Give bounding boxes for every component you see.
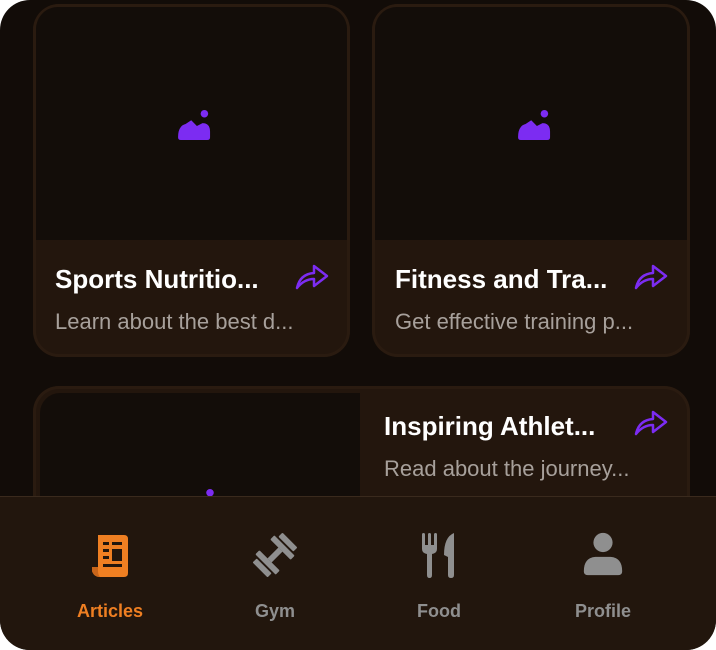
article-image (375, 7, 687, 240)
nav-item-food[interactable]: Food (369, 497, 509, 650)
article-description: Read about the journey... (384, 456, 630, 481)
share-arrow-icon[interactable] (633, 262, 669, 292)
person-icon (583, 532, 623, 576)
nav-label: Articles (76, 601, 144, 621)
share-arrow-icon[interactable] (633, 408, 669, 438)
image-icon (518, 109, 551, 141)
nav-label: Gym (254, 601, 296, 621)
article-title: Fitness and Tra... (395, 264, 608, 294)
utensils-icon (422, 533, 454, 578)
article-icon (92, 535, 128, 577)
article-image (36, 7, 347, 240)
article-title: Sports Nutritio... (55, 264, 259, 294)
bottom-nav: Articles Gym Food Profile (0, 496, 716, 650)
nav-label: Food (417, 601, 461, 621)
image-icon (178, 109, 211, 141)
app-screen: Sports Nutritio... Learn about the best … (0, 0, 716, 650)
nav-item-articles[interactable]: Articles (40, 497, 180, 650)
nav-item-profile[interactable]: Profile (533, 497, 673, 650)
dumbbell-icon (252, 532, 298, 578)
article-description: Get effective training p... (395, 309, 634, 334)
nav-item-gym[interactable]: Gym (205, 497, 345, 650)
article-title: Inspiring Athlet... (384, 411, 596, 441)
article-card[interactable]: Fitness and Tra... Get effective trainin… (372, 4, 690, 357)
article-description: Learn about the best d... (55, 309, 294, 334)
nav-label: Profile (574, 601, 631, 621)
share-arrow-icon[interactable] (294, 262, 330, 292)
article-card[interactable]: Sports Nutritio... Learn about the best … (33, 4, 350, 357)
